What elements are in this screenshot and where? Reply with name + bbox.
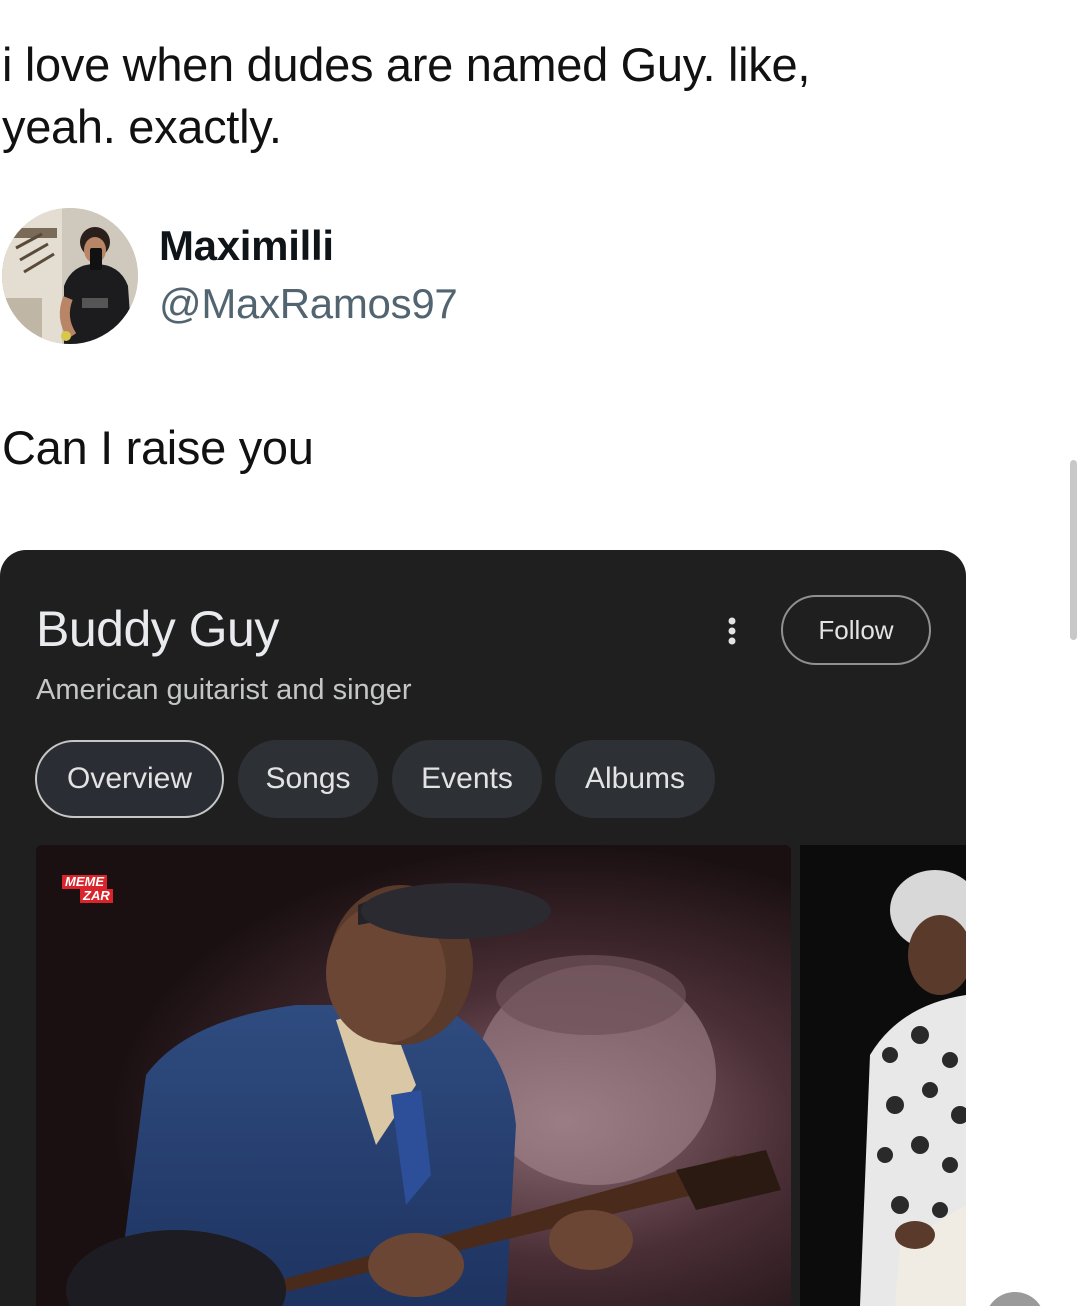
tab-songs[interactable]: Songs [238, 740, 378, 818]
scrollbar[interactable] [1070, 460, 1077, 640]
corner-button[interactable] [985, 1292, 1045, 1306]
tab-albums[interactable]: Albums [555, 740, 715, 818]
avatar[interactable] [2, 208, 138, 344]
watermark-line-2: ZAR [80, 889, 113, 903]
artist-photo-secondary[interactable] [800, 845, 966, 1306]
reply-handle[interactable]: @MaxRamos97 [159, 280, 458, 328]
card-title: Buddy Guy [36, 601, 279, 657]
tab-events[interactable]: Events [392, 740, 542, 818]
watermark-logo: MEME ZAR [62, 875, 118, 903]
tab-overview[interactable]: Overview [35, 740, 224, 818]
more-vert-icon[interactable] [712, 608, 752, 654]
reply-text: Can I raise you [2, 421, 314, 474]
reply-display-name[interactable]: Maximilli [159, 222, 334, 270]
knowledge-panel-card: Buddy Guy American guitarist and singer … [0, 550, 966, 1306]
tweet-text: i love when dudes are named Guy. like, y… [2, 34, 1002, 158]
tweet-text-line-2: yeah. exactly. [2, 100, 282, 153]
card-subtitle: American guitarist and singer [36, 674, 412, 706]
watermark-line-1: MEME [62, 875, 107, 889]
tweet-text-line-1: i love when dudes are named Guy. like, [2, 38, 811, 91]
follow-button[interactable]: Follow [781, 595, 931, 665]
artist-photo-main[interactable]: MEME ZAR [36, 845, 791, 1306]
